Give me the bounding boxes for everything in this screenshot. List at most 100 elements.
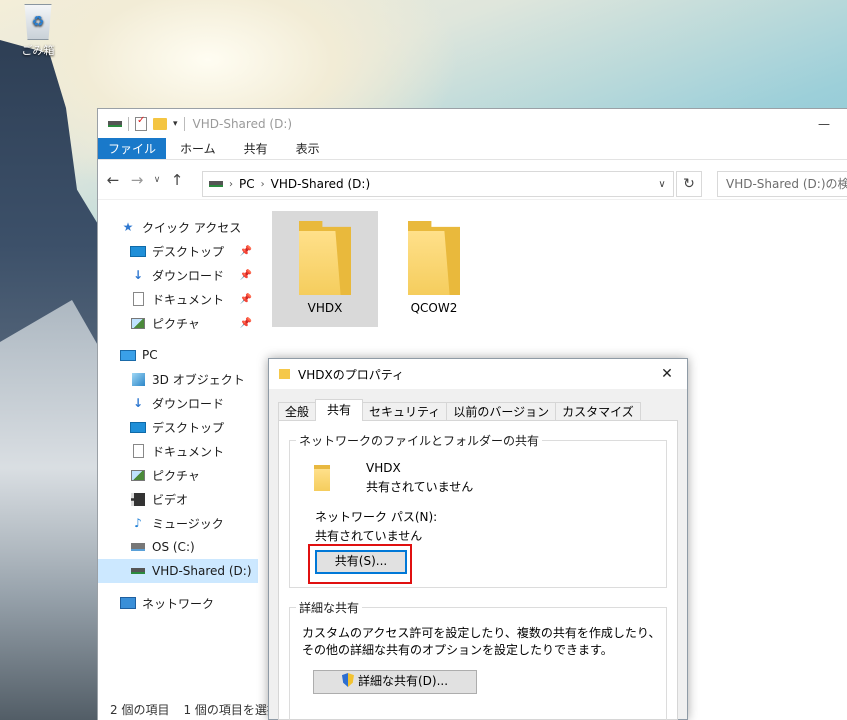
nav-pc-vhd-drive[interactable]: VHD-Shared (D:) bbox=[98, 559, 258, 583]
tab-sharing[interactable]: 共有 bbox=[315, 399, 364, 421]
nav-pc[interactable]: PC bbox=[98, 343, 258, 367]
refresh-icon: ↻ bbox=[683, 176, 695, 192]
up-arrow-icon[interactable]: ↑ bbox=[168, 171, 186, 189]
uac-shield-icon bbox=[341, 673, 354, 687]
nav-label: ドキュメント bbox=[152, 292, 225, 307]
group-legend: ネットワークのファイルとフォルダーの共有 bbox=[296, 432, 543, 449]
share-button[interactable]: 共有(S)... bbox=[315, 550, 407, 574]
toolbar-divider bbox=[183, 116, 185, 131]
pin-icon: 📌 bbox=[239, 245, 252, 257]
nav-pc-desktop[interactable]: デスクトップ bbox=[98, 415, 258, 439]
nav-pc-videos[interactable]: ビデオ bbox=[98, 487, 258, 511]
music-icon: ♪ bbox=[134, 516, 142, 530]
document-icon bbox=[132, 292, 144, 306]
dialog-title-bar: VHDXのプロパティ ✕ bbox=[269, 359, 687, 389]
tab-customize[interactable]: カスタマイズ bbox=[555, 402, 641, 421]
nav-label: デスクトップ bbox=[152, 244, 225, 259]
tab-share[interactable]: 共有 bbox=[230, 138, 282, 159]
desktop-icon bbox=[130, 245, 146, 257]
pin-icon: 📌 bbox=[239, 317, 252, 329]
forward-arrow-icon[interactable]: → bbox=[128, 171, 146, 189]
shared-folder-name: VHDX bbox=[366, 461, 401, 475]
nav-quick-downloads[interactable]: ↓ ダウンロード 📌 bbox=[98, 263, 258, 287]
nav-quick-documents[interactable]: ドキュメント 📌 bbox=[98, 287, 258, 311]
new-folder-icon[interactable] bbox=[153, 117, 167, 130]
advanced-sharing-button[interactable]: 詳細な共有(D)... bbox=[313, 670, 477, 694]
nav-label: OS (C:) bbox=[152, 540, 195, 554]
nav-label: ピクチャ bbox=[152, 468, 200, 483]
chevron-right-icon[interactable]: › bbox=[229, 179, 233, 190]
nav-label: デスクトップ bbox=[152, 420, 225, 435]
breadcrumb-drive[interactable]: VHD-Shared (D:) bbox=[271, 177, 371, 191]
recent-locations-icon[interactable]: ∨ bbox=[152, 175, 162, 185]
folder-icon bbox=[299, 221, 351, 295]
advanced-sharing-description: カスタムのアクセス許可を設定したり、複数の共有を作成したり、その他の詳細な共有の… bbox=[302, 626, 661, 657]
nav-label: ダウンロード bbox=[152, 268, 225, 283]
tab-file[interactable]: ファイル bbox=[98, 138, 167, 159]
nav-quick-desktop[interactable]: デスクトップ 📌 bbox=[98, 239, 258, 263]
tab-previous-versions[interactable]: 以前のバージョン bbox=[446, 402, 557, 421]
nav-pc-os-drive[interactable]: OS (C:) bbox=[98, 535, 258, 559]
drive-icon bbox=[108, 120, 122, 127]
nav-quick-access[interactable]: ★ クイック アクセス bbox=[98, 215, 258, 239]
back-arrow-icon[interactable]: ← bbox=[104, 171, 122, 189]
nav-label: ミュージック bbox=[152, 516, 224, 531]
search-input[interactable]: VHD-Shared (D:)の検索 bbox=[717, 171, 847, 197]
properties-dialog: VHDXのプロパティ ✕ 全般 共有 セキュリティ 以前のバージョン カスタマイ… bbox=[268, 358, 688, 720]
nav-quick-pictures[interactable]: ピクチャ 📌 bbox=[98, 311, 258, 335]
nav-pc-documents[interactable]: ドキュメント bbox=[98, 439, 258, 463]
minimize-icon[interactable]: — bbox=[801, 117, 847, 131]
nav-label: ドキュメント bbox=[152, 444, 225, 459]
star-icon: ★ bbox=[122, 220, 134, 234]
network-icon bbox=[120, 597, 136, 609]
status-bar: 2 個の項目 1 個の項目を選択 bbox=[98, 698, 268, 720]
address-bar[interactable]: › PC › VHD-Shared (D:) ∨ bbox=[202, 171, 674, 197]
share-status: 共有されていません bbox=[366, 480, 474, 494]
dialog-title: VHDXのプロパティ bbox=[298, 367, 404, 382]
chevron-down-icon[interactable]: ∨ bbox=[651, 179, 673, 190]
folder-icon bbox=[279, 369, 290, 379]
nav-label: ダウンロード bbox=[152, 396, 225, 411]
nav-label: ピクチャ bbox=[152, 316, 200, 331]
tab-view[interactable]: 表示 bbox=[282, 138, 334, 159]
properties-icon[interactable] bbox=[135, 115, 147, 131]
tab-home[interactable]: ホーム bbox=[166, 138, 230, 159]
tab-security[interactable]: セキュリティ bbox=[362, 402, 448, 421]
ribbon-tabs: ファイル ホーム 共有 表示 bbox=[98, 138, 847, 160]
folder-icon bbox=[408, 221, 460, 295]
3d-objects-icon bbox=[131, 372, 145, 386]
chevron-right-icon[interactable]: › bbox=[261, 179, 265, 190]
close-icon[interactable]: ✕ bbox=[647, 366, 687, 382]
network-path-value: 共有されていません bbox=[315, 529, 423, 543]
nav-pc-music[interactable]: ♪ ミュージック bbox=[98, 511, 258, 535]
recycle-bin[interactable]: ♻ ごみ箱 bbox=[14, 4, 62, 58]
tab-general[interactable]: 全般 bbox=[278, 402, 317, 421]
window-title: VHD-Shared (D:) bbox=[192, 116, 293, 131]
video-icon bbox=[131, 492, 145, 506]
navigation-pane: ★ クイック アクセス デスクトップ 📌 ↓ ダウンロード 📌 ドキュメント 📌… bbox=[98, 215, 258, 705]
folder-item[interactable]: QCOW2 bbox=[381, 211, 487, 327]
dialog-tabs: 全般 共有 セキュリティ 以前のバージョン カスタマイズ bbox=[278, 399, 641, 421]
toolbar-divider bbox=[128, 116, 129, 131]
nav-network[interactable]: ネットワーク bbox=[98, 591, 258, 615]
network-sharing-group: ネットワークのファイルとフォルダーの共有 VHDX 共有されていません ネットワ… bbox=[289, 432, 667, 588]
pin-icon: 📌 bbox=[239, 293, 252, 305]
status-item-count: 2 個の項目 bbox=[110, 702, 170, 717]
nav-label: VHD-Shared (D:) bbox=[152, 564, 252, 578]
title-bar: ▾ VHD-Shared (D:) — bbox=[98, 109, 847, 138]
nav-pc-downloads[interactable]: ↓ ダウンロード bbox=[98, 391, 258, 415]
network-path-label: ネットワーク パス(N): bbox=[315, 510, 438, 524]
nav-pc-3d-objects[interactable]: 3D オブジェクト bbox=[98, 367, 258, 391]
folder-item[interactable]: VHDX bbox=[272, 211, 378, 327]
quick-access-toolbar: ▾ bbox=[108, 115, 185, 131]
pin-icon: 📌 bbox=[239, 269, 252, 281]
recycle-bin-icon: ♻ bbox=[24, 4, 52, 40]
drive-icon bbox=[131, 568, 145, 574]
customize-toolbar-icon[interactable]: ▾ bbox=[173, 119, 178, 129]
nav-pc-pictures[interactable]: ピクチャ bbox=[98, 463, 258, 487]
group-legend: 詳細な共有 bbox=[296, 599, 363, 616]
refresh-button[interactable]: ↻ bbox=[676, 171, 702, 197]
nav-label: PC bbox=[142, 348, 158, 362]
pictures-icon bbox=[131, 317, 145, 329]
breadcrumb-pc[interactable]: PC bbox=[239, 177, 255, 191]
